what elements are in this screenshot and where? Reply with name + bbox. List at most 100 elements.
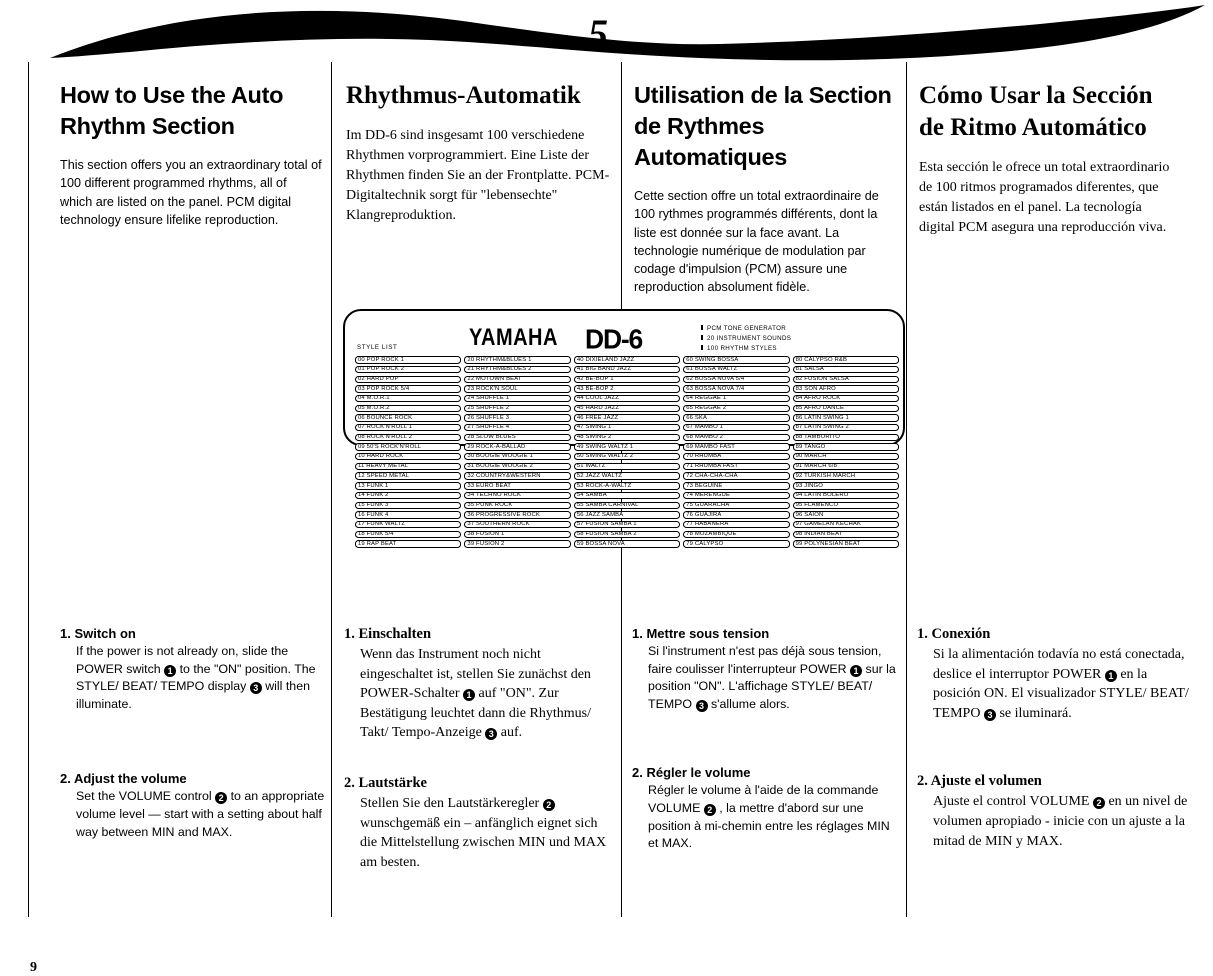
style-label: 71 RHUMBA FAST	[686, 463, 739, 470]
style-label: 22 MOTOWN BEAT	[467, 375, 522, 382]
style-entry: 86 LATIN SWING 1	[792, 413, 900, 422]
style-label: 63 BOSSA NOVA 7/4	[686, 385, 745, 392]
style-panel-inner: YAMAHA DD-6 PCM TONE GENERATOR 20 INSTRU…	[345, 311, 903, 548]
callout-number-icon: 3	[695, 699, 708, 712]
style-entry: 40 DIXIELAND JAZZ	[573, 355, 681, 364]
style-entry: 67 MAMBO 1	[683, 423, 790, 432]
style-label: 88 TAMBORITO	[795, 434, 840, 441]
style-label: 06 BOUNCE ROCK	[358, 414, 413, 421]
step-title: 2. Adjust the volume	[60, 771, 187, 787]
spec-label: 20 INSTRUMENT SOUNDS	[707, 334, 792, 342]
instruction-step: 2. Adjust the volume Set the VOLUME contr…	[60, 771, 328, 841]
style-entry: 20 RHYTHM&BLUES 1	[464, 355, 571, 364]
style-entry: 58 FUSION SAMBA 2	[573, 529, 681, 538]
style-column-2: 40 DIXIELAND JAZZ 41 BIG BAND JAZZ 42 BE-B…	[573, 355, 681, 549]
style-label: 20 RHYTHM&BLUES 1	[467, 356, 532, 363]
style-label: 27 SHUFFLE 4	[467, 424, 510, 431]
style-label: 73 BEGUINE	[686, 482, 723, 489]
style-label: 31 BOOGIE WOOGIE 2	[467, 463, 533, 470]
style-entry: 77 HABANERA	[683, 520, 790, 529]
style-entry: 05 M.O.R.2	[355, 403, 462, 413]
style-entry: 10 HARD ROCK	[355, 452, 462, 461]
intro-column-french: Utilisation de la Section de Rythmes Aut…	[634, 80, 896, 297]
style-label: 40 DIXIELAND JAZZ	[576, 356, 635, 363]
style-list-columns: 00 POP ROCK 1 01 POP ROCK 2 02 HARD POP 03 …	[355, 355, 900, 549]
callout-number-icon: 1	[463, 689, 476, 702]
step-title: 1. Einschalten	[344, 626, 432, 642]
step-body: Set the VOLUME control 2 to an appropria…	[76, 789, 325, 839]
style-entry: 43 BE-BOP 2	[573, 384, 681, 393]
callout-number-icon: 2	[542, 798, 555, 811]
style-entry: 81 SALSA	[792, 365, 900, 374]
style-label: 02 HARD POP	[358, 375, 399, 382]
page-title-spanish: Cómo Usar la Sección de Ritmo Automático	[919, 82, 1153, 141]
style-label: 49 SWING WALTZ 1	[576, 443, 634, 450]
style-entry: 94 LATIN BOLERO	[792, 491, 900, 500]
style-entry: 29 ROCK-A-BALLAD	[464, 442, 571, 451]
bullet-icon	[701, 344, 703, 350]
style-label: 16 FUNK 4	[358, 511, 389, 518]
style-label: 19 RAP BEAT	[358, 540, 397, 547]
spec-label: PCM TONE GENERATOR	[707, 325, 787, 332]
style-label: 72 CHA-CHA-CHA	[686, 472, 738, 479]
style-label: 25 SHUFFLE 2	[467, 405, 510, 412]
style-label: 92 TURKISH MARCH	[795, 472, 856, 479]
instruction-step: 1. Conexión Si la alimentación todavía no…	[917, 626, 1189, 723]
style-label: 09 50'S ROCK'N'ROLL	[358, 443, 422, 450]
style-entry: 37 SOUTHERN ROCK	[464, 520, 571, 529]
callout-number-icon: 3	[249, 682, 262, 695]
instructions-column-spanish: 1. Conexión Si la alimentación todavía no…	[917, 626, 1189, 877]
style-column-1: 20 RHYTHM&BLUES 1 21 RHYTHM&BLUES 2 22 MOT…	[464, 355, 571, 549]
style-entry: 19 RAP BEAT	[355, 539, 462, 548]
style-entry: 17 FUNK WALTZ	[355, 520, 462, 529]
style-label: 65 REGGAE 2	[686, 405, 727, 412]
style-entry: 65 REGGAE 2	[683, 403, 790, 413]
style-entry: 56 JAZZ SAMBA	[573, 510, 681, 519]
style-entry: 68 MAMBO 2	[683, 433, 790, 442]
instructions-column-english: 1. Switch on If the power is not already …	[60, 626, 328, 867]
callout-number-icon: 1	[164, 664, 177, 677]
style-entry: 45 HARD JAZZ	[573, 403, 681, 413]
style-label: 84 AFRO ROCK	[795, 395, 841, 402]
style-label: 44 COOL JAZZ	[576, 395, 619, 402]
chapter-number: 5	[588, 11, 608, 56]
style-label: 51 WALTZ	[576, 463, 606, 470]
style-entry: 09 50'S ROCK'N'ROLL	[355, 442, 462, 451]
step-title: 1. Conexión	[917, 626, 991, 642]
style-entry: 64 REGGAE 1	[683, 394, 790, 403]
style-entry: 98 INDIAN BEAT	[792, 529, 900, 538]
style-entry: 33 EURO BEAT	[464, 481, 571, 490]
style-label: 80 CALYPSO R&B	[795, 356, 848, 363]
style-entry: 22 MOTOWN BEAT	[464, 374, 571, 383]
step-title: 2. Lautstärke	[344, 774, 427, 791]
style-entry: 57 FUSION SAMBA 1	[573, 520, 681, 529]
style-label: 94 LATIN BOLERO	[795, 492, 849, 499]
style-entry: 49 SWING WALTZ 1	[573, 442, 681, 451]
style-entry: 21 RHYTHM&BLUES 2	[464, 365, 571, 374]
style-entry: 89 TANGO	[792, 442, 900, 451]
style-label: 43 BE-BOP 2	[576, 385, 614, 392]
style-entry: 18 FUNK 5/4	[355, 529, 462, 538]
intro-column-english: How to Use the Auto Rhythm Section This …	[60, 80, 322, 229]
callout-number-icon: 1	[1104, 669, 1117, 682]
style-label: 01 POP ROCK 2	[358, 366, 405, 373]
style-label: 83 SON AFRO	[795, 385, 836, 392]
style-entry: 87 LATIN SWING 2	[792, 423, 900, 432]
style-entry: 01 POP ROCK 2	[355, 365, 462, 374]
style-entry: 11 HEAVY METAL	[355, 462, 462, 471]
instruction-step: 1. Einschalten Wenn das Instrument noch n…	[344, 626, 616, 743]
style-label: 66 SKA	[686, 414, 708, 421]
style-label: 32 COUNTRY&WESTERN	[467, 472, 541, 479]
step-title: 2. Régler le volume	[632, 765, 751, 781]
style-label: 61 BOSSA WALTZ	[686, 366, 738, 373]
step-body: Wenn das Instrument noch nicht eingescha…	[360, 647, 591, 741]
intro-column-spanish: Cómo Usar la Sección de Ritmo Automático…	[919, 80, 1181, 238]
style-entry: 44 COOL JAZZ	[573, 394, 681, 403]
style-label: 74 MERENGUE	[686, 492, 731, 499]
style-entry: 30 BOOGIE WOOGIE 1	[464, 452, 571, 461]
intro-text-spanish: Esta sección le ofrece un total extraord…	[919, 160, 1170, 235]
style-label: 03 POP ROCK 5/4	[358, 385, 410, 392]
style-column-0: 00 POP ROCK 1 01 POP ROCK 2 02 HARD POP 03 …	[355, 355, 462, 549]
style-label: 11 HEAVY METAL	[358, 463, 409, 470]
style-entry: 85 AFRO DANCE	[792, 403, 900, 413]
